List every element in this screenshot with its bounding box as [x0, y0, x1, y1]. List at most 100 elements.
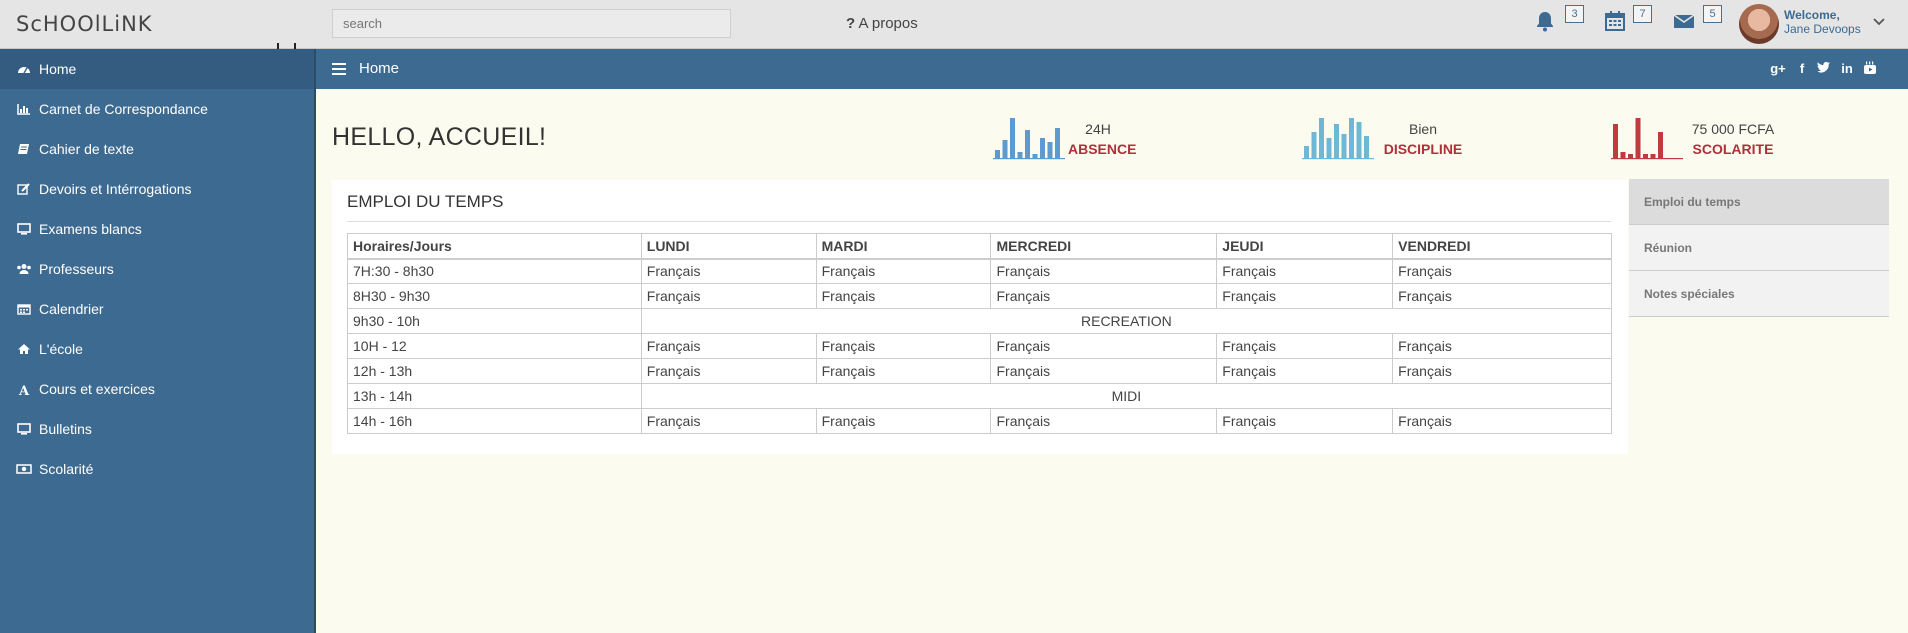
break-cell: MIDI [640, 383, 1613, 409]
table-row: 8H30 - 9h30 Français Français Français F… [347, 283, 1612, 309]
course-cell: Français [990, 258, 1218, 284]
google-plus-icon[interactable]: g+ [1770, 61, 1786, 77]
sidebar-item-professeurs[interactable]: Professeurs [0, 249, 314, 289]
sidebar-item-cahier[interactable]: Cahier de texte [0, 129, 314, 169]
sidebar-item-label: Scolarité [39, 461, 94, 477]
youtube-icon[interactable] [1862, 61, 1878, 77]
table-row: 9h30 - 10h RECREATION [347, 308, 1613, 334]
user-welcome[interactable]: Welcome, Jane Devoops [1784, 8, 1861, 36]
course-cell: Français [815, 283, 992, 309]
sidebar-item-devoirs[interactable]: Devoirs et Intérrogations [0, 169, 314, 209]
sparkline-bar [1040, 138, 1045, 158]
sidebar-item-cours[interactable]: A Cours et exercices [0, 369, 314, 409]
sidebar-item-bulletins[interactable]: Bulletins [0, 409, 314, 449]
course-cell: Français [990, 283, 1218, 309]
sparkline-bar [1025, 130, 1030, 158]
sparkline-axis [1302, 158, 1374, 160]
question-icon: ? [846, 15, 856, 32]
facebook-icon[interactable]: f [1794, 61, 1810, 77]
right-tabs: Emploi du temps Réunion Notes spéciales [1629, 179, 1889, 317]
sparkline-bar [1002, 140, 1008, 158]
svg-text:A: A [18, 384, 30, 396]
course-cell: Français [1392, 358, 1612, 384]
page-header-bar: Home g+ f in [316, 49, 1908, 89]
apropos-link[interactable]: ? A propos [846, 15, 918, 32]
course-cell: Français [640, 358, 817, 384]
stat-value: 75 000 FCFA [1691, 121, 1775, 137]
course-cell: Français [640, 333, 817, 359]
sidebar-item-scolarite[interactable]: Scolarité [0, 449, 314, 489]
tab-reunion[interactable]: Réunion [1629, 225, 1889, 271]
sparkline-bar [1304, 146, 1309, 158]
course-cell: Français [1392, 283, 1612, 309]
stat-scolarite: 75 000 FCFA SCOLARITE [1611, 116, 1786, 160]
stat-value: Bien [1408, 121, 1438, 137]
sidebar-item-label: L'école [39, 341, 83, 357]
sidebar-item-ecole[interactable]: L'école [0, 329, 314, 369]
book-icon [16, 142, 32, 156]
font-icon: A [16, 382, 32, 396]
sidebar-item-home[interactable]: Home [0, 49, 314, 89]
column-header: VENDREDI [1392, 233, 1612, 260]
sparkline-axis [1611, 158, 1683, 160]
column-header: MARDI [815, 233, 992, 260]
message-count-badge: 5 [1703, 5, 1722, 23]
discipline-sparkline [1302, 118, 1374, 160]
table-row: 10H - 12 Français Français Français Fran… [347, 333, 1612, 359]
hamburger-icon[interactable] [332, 62, 346, 75]
time-cell: 9h30 - 10h [347, 308, 642, 334]
time-cell: 8H30 - 9h30 [347, 283, 642, 309]
course-cell: Français [1392, 408, 1612, 434]
sidebar-item-label: Devoirs et Intérrogations [39, 181, 192, 197]
sidebar-item-label: Carnet de Correspondance [39, 101, 208, 117]
stat-absence: 24H ABSENCE [993, 116, 1143, 160]
desktop-icon [16, 422, 32, 436]
course-cell: Français [640, 408, 817, 434]
sparkline-bar [1628, 154, 1633, 158]
brand-logo[interactable]: ScHOOlLiNK [16, 12, 153, 36]
sidebar-item-label: Cours et exercices [39, 381, 155, 397]
welcome-label: Welcome, [1784, 8, 1840, 22]
sidebar-item-label: Professeurs [39, 261, 114, 277]
sidebar-item-calendrier[interactable]: Calendrier [0, 289, 314, 329]
time-cell: 7H:30 - 8h30 [347, 258, 642, 284]
envelope-icon[interactable] [1672, 9, 1696, 33]
tab-emploi-du-temps[interactable]: Emploi du temps [1629, 179, 1889, 225]
users-icon [16, 262, 32, 276]
table-row: 7H:30 - 8h30 Français Français Français … [347, 258, 1612, 284]
tab-notes-speciales[interactable]: Notes spéciales [1629, 271, 1889, 317]
user-name: Jane Devoops [1784, 22, 1861, 36]
course-cell: Français [990, 358, 1218, 384]
sparkline-bar [1326, 138, 1332, 158]
calendar-icon[interactable] [1603, 9, 1627, 33]
chevron-down-icon[interactable] [1872, 15, 1886, 29]
desktop-icon [16, 222, 32, 236]
sidebar-item-examens[interactable]: Examens blancs [0, 209, 314, 249]
sparkline-bar [1055, 128, 1060, 158]
sidebar-item-label: Calendrier [39, 301, 104, 317]
stat-discipline: Bien DISCIPLINE [1302, 116, 1472, 160]
dashboard-icon [16, 62, 32, 76]
time-cell: 10H - 12 [347, 333, 642, 359]
sparkline-bar [1650, 154, 1656, 158]
notification-count-badge: 3 [1565, 5, 1584, 23]
course-cell: Français [1216, 333, 1394, 359]
sparkline-bar [1658, 132, 1663, 158]
bell-icon[interactable] [1533, 9, 1557, 33]
twitter-icon[interactable] [1816, 61, 1832, 77]
stat-value: 24H [1085, 121, 1111, 137]
sparkline-bar [1349, 118, 1354, 158]
sidebar-item-carnet[interactable]: Carnet de Correspondance [0, 89, 314, 129]
search-input[interactable] [332, 9, 731, 38]
sparkline-bar [1319, 118, 1324, 158]
sparkline-bar [1356, 122, 1362, 158]
course-cell: Français [1216, 283, 1394, 309]
course-cell: Français [990, 333, 1218, 359]
avatar[interactable] [1739, 4, 1779, 44]
course-cell: Français [1216, 358, 1394, 384]
scolarite-sparkline [1611, 118, 1683, 160]
page-heading: HELLO, ACCUEIL! [332, 123, 547, 151]
sparkline-bar [1613, 124, 1618, 158]
linkedin-icon[interactable]: in [1839, 61, 1855, 77]
column-header: JEUDI [1216, 233, 1394, 260]
